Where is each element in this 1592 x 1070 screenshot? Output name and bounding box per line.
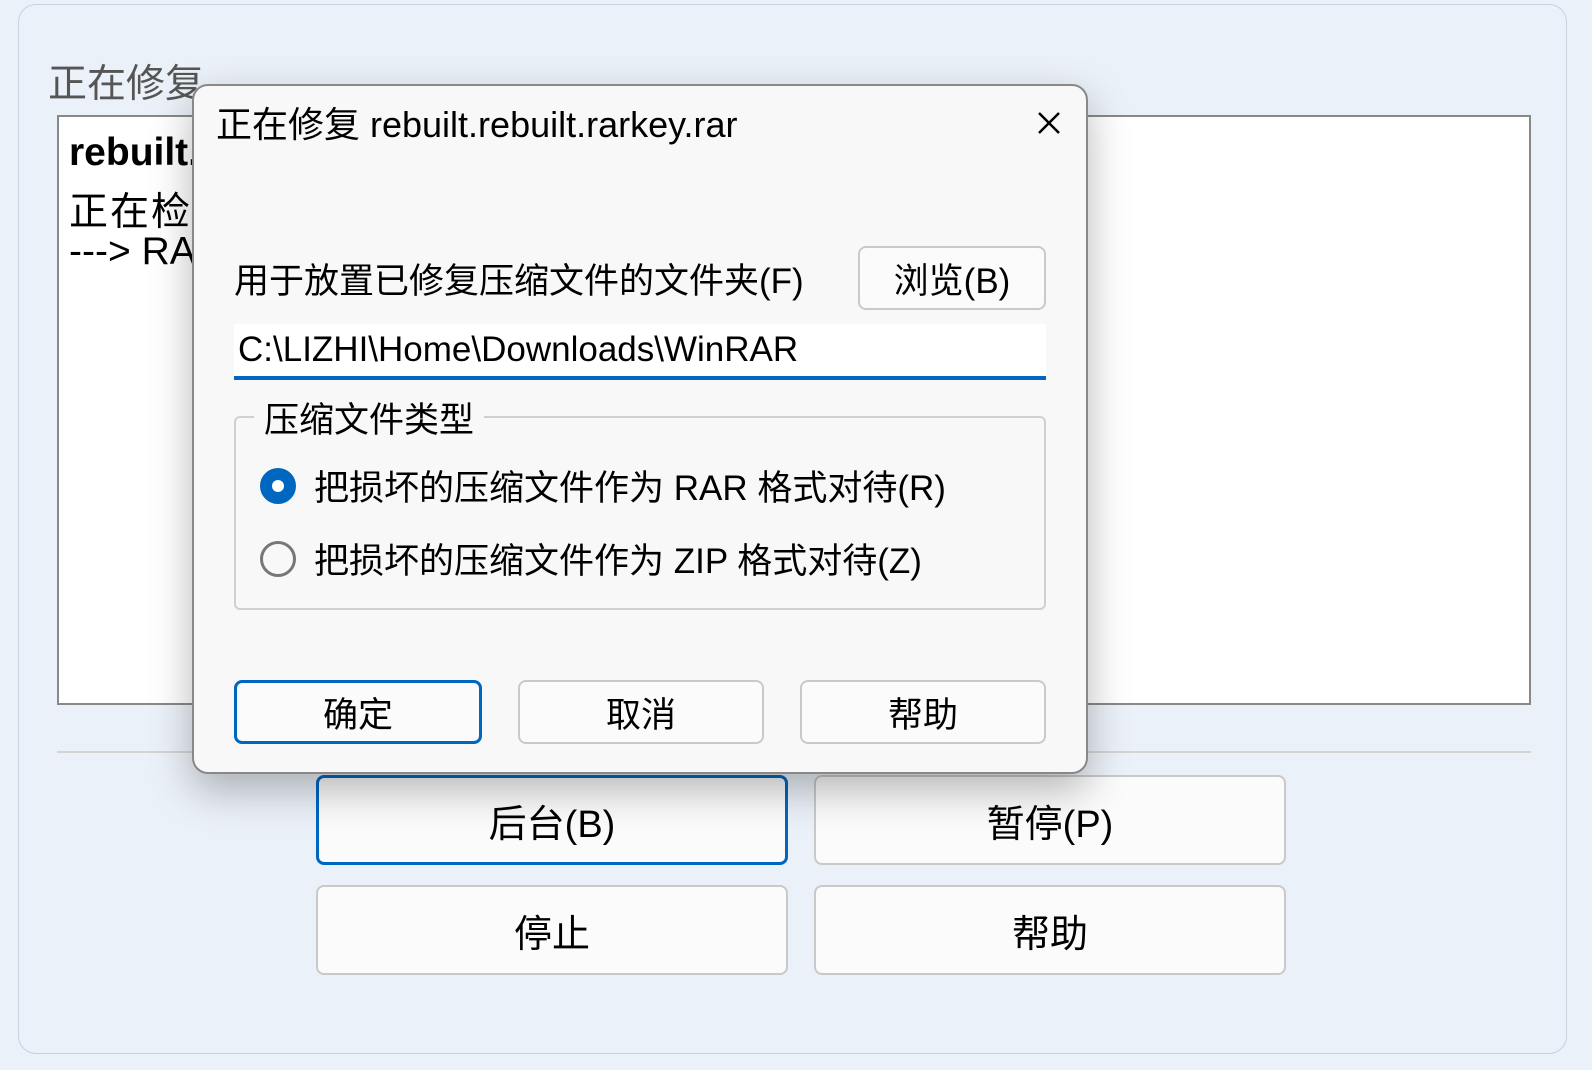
repair-options-dialog: 正在修复 rebuilt.rebuilt.rarkey.rar 用于放置已修复压… (192, 84, 1088, 774)
bg-window-title: 正在修复 (48, 53, 204, 109)
folder-path-input[interactable] (234, 324, 1046, 380)
cancel-button[interactable]: 取消 (518, 680, 764, 744)
radio-rar-label: 把损坏的压缩文件作为 RAR 格式对待(R) (314, 460, 946, 511)
dialog-title-bar[interactable]: 正在修复 rebuilt.rebuilt.rarkey.rar (194, 86, 1086, 158)
close-icon (1034, 108, 1064, 138)
radio-rar-indicator (260, 468, 296, 504)
help-button[interactable]: 帮助 (814, 885, 1286, 975)
radio-zip-label: 把损坏的压缩文件作为 ZIP 格式对待(Z) (314, 533, 922, 584)
radio-zip-option[interactable]: 把损坏的压缩文件作为 ZIP 格式对待(Z) (260, 533, 1020, 584)
fieldset-legend: 压缩文件类型 (254, 392, 484, 443)
dialog-title: 正在修复 rebuilt.rebuilt.rarkey.rar (216, 96, 737, 148)
stop-button[interactable]: 停止 (316, 885, 788, 975)
archive-type-fieldset: 压缩文件类型 把损坏的压缩文件作为 RAR 格式对待(R) 把损坏的压缩文件作为… (234, 416, 1046, 610)
browse-button[interactable]: 浏览(B) (858, 246, 1046, 310)
ok-button[interactable]: 确定 (234, 680, 482, 744)
radio-zip-indicator (260, 541, 296, 577)
background-button[interactable]: 后台(B) (316, 775, 788, 865)
dialog-help-button[interactable]: 帮助 (800, 680, 1046, 744)
radio-rar-option[interactable]: 把损坏的压缩文件作为 RAR 格式对待(R) (260, 460, 1020, 511)
pause-button[interactable]: 暂停(P) (814, 775, 1286, 865)
close-button[interactable] (1022, 96, 1076, 150)
folder-label: 用于放置已修复压缩文件的文件夹(F) (234, 253, 804, 304)
